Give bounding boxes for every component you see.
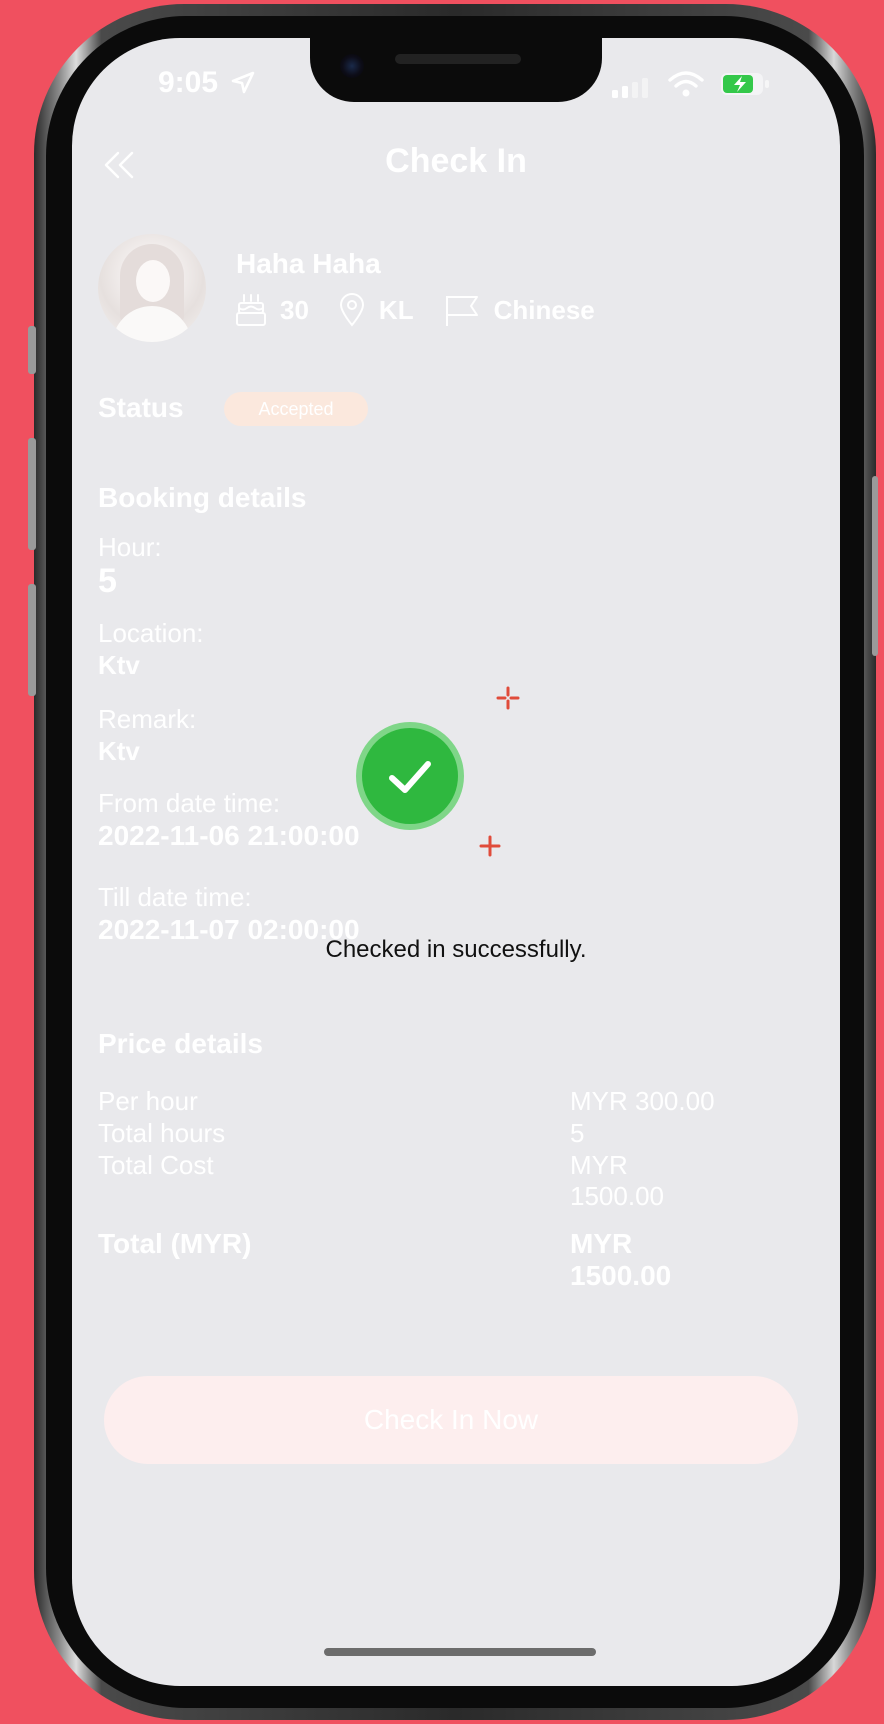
- price-row-total-cost: Total Cost MYR 1500.00: [98, 1150, 718, 1211]
- battery-charging-icon: [721, 73, 769, 95]
- location-arrow-icon: [231, 71, 255, 94]
- profile-language: Chinese: [493, 294, 595, 325]
- price-details-heading: Price details: [98, 1028, 263, 1059]
- phone-mute-switch: [28, 326, 36, 374]
- price-row-value: MYR 300.00: [570, 1086, 715, 1116]
- price-row-value: MYR 1500.00: [570, 1150, 664, 1211]
- price-row-total-hours: Total hours 5: [98, 1118, 718, 1149]
- flag-icon: [445, 296, 478, 326]
- status-time: 9:05: [158, 66, 219, 99]
- phone-volume-up: [28, 438, 36, 550]
- total-value: MYR 1500.00: [570, 1228, 672, 1291]
- check-in-now-button[interactable]: Check In Now: [104, 1376, 798, 1464]
- hour-value: 5: [98, 562, 117, 600]
- cake-icon: [236, 294, 266, 326]
- home-indicator[interactable]: [324, 1648, 596, 1656]
- price-row-label: Per hour: [98, 1086, 198, 1116]
- profile-age: 30: [280, 294, 309, 325]
- page-title: Check In: [385, 142, 527, 180]
- avatar: [98, 234, 206, 342]
- wifi-icon: [668, 71, 704, 97]
- total-row: Total (MYR) MYR 1500.00: [98, 1228, 718, 1291]
- phone-power-button: [872, 476, 878, 656]
- checkmark-icon: [389, 761, 431, 793]
- price-row-per-hour: Per hour MYR 300.00: [98, 1086, 718, 1117]
- price-row-label: Total Cost: [98, 1150, 214, 1180]
- location-label: Location:: [98, 618, 204, 648]
- success-indicator: [362, 728, 458, 824]
- from-datetime-value: 2022-11-06 21:00:00: [98, 820, 360, 851]
- remark-label: Remark:: [98, 704, 197, 734]
- till-datetime-label: Till date time:: [98, 882, 252, 912]
- location-value: Ktv: [98, 650, 140, 680]
- map-pin-icon: [339, 293, 364, 327]
- remark-value: Ktv: [98, 736, 140, 766]
- from-datetime-label: From date time:: [98, 788, 281, 818]
- profile-meta: 30 KL Chinese: [236, 290, 625, 330]
- profile-location: KL: [378, 294, 414, 325]
- booking-details-heading: Booking details: [98, 482, 307, 513]
- cellular-signal-icon: [612, 78, 648, 98]
- front-camera: [340, 54, 364, 78]
- status-label: Status: [98, 392, 184, 423]
- total-label: Total (MYR): [98, 1228, 252, 1259]
- hour-label: Hour:: [98, 532, 162, 562]
- sparkle-icon: [496, 686, 520, 710]
- toast-message: Checked in successfully.: [325, 936, 587, 963]
- phone-volume-down: [28, 584, 36, 696]
- app-screen: 9:05 Check In Haha Haha 30 KL Chinese St…: [72, 38, 840, 1686]
- profile-name: Haha Haha: [236, 248, 381, 279]
- status-badge: Accepted: [224, 392, 368, 426]
- price-row-label: Total hours: [98, 1118, 226, 1148]
- plus-sparkle-icon: [479, 835, 501, 857]
- price-row-value: 5: [570, 1118, 585, 1148]
- avatar-face: [136, 260, 170, 302]
- earpiece-speaker: [395, 54, 521, 64]
